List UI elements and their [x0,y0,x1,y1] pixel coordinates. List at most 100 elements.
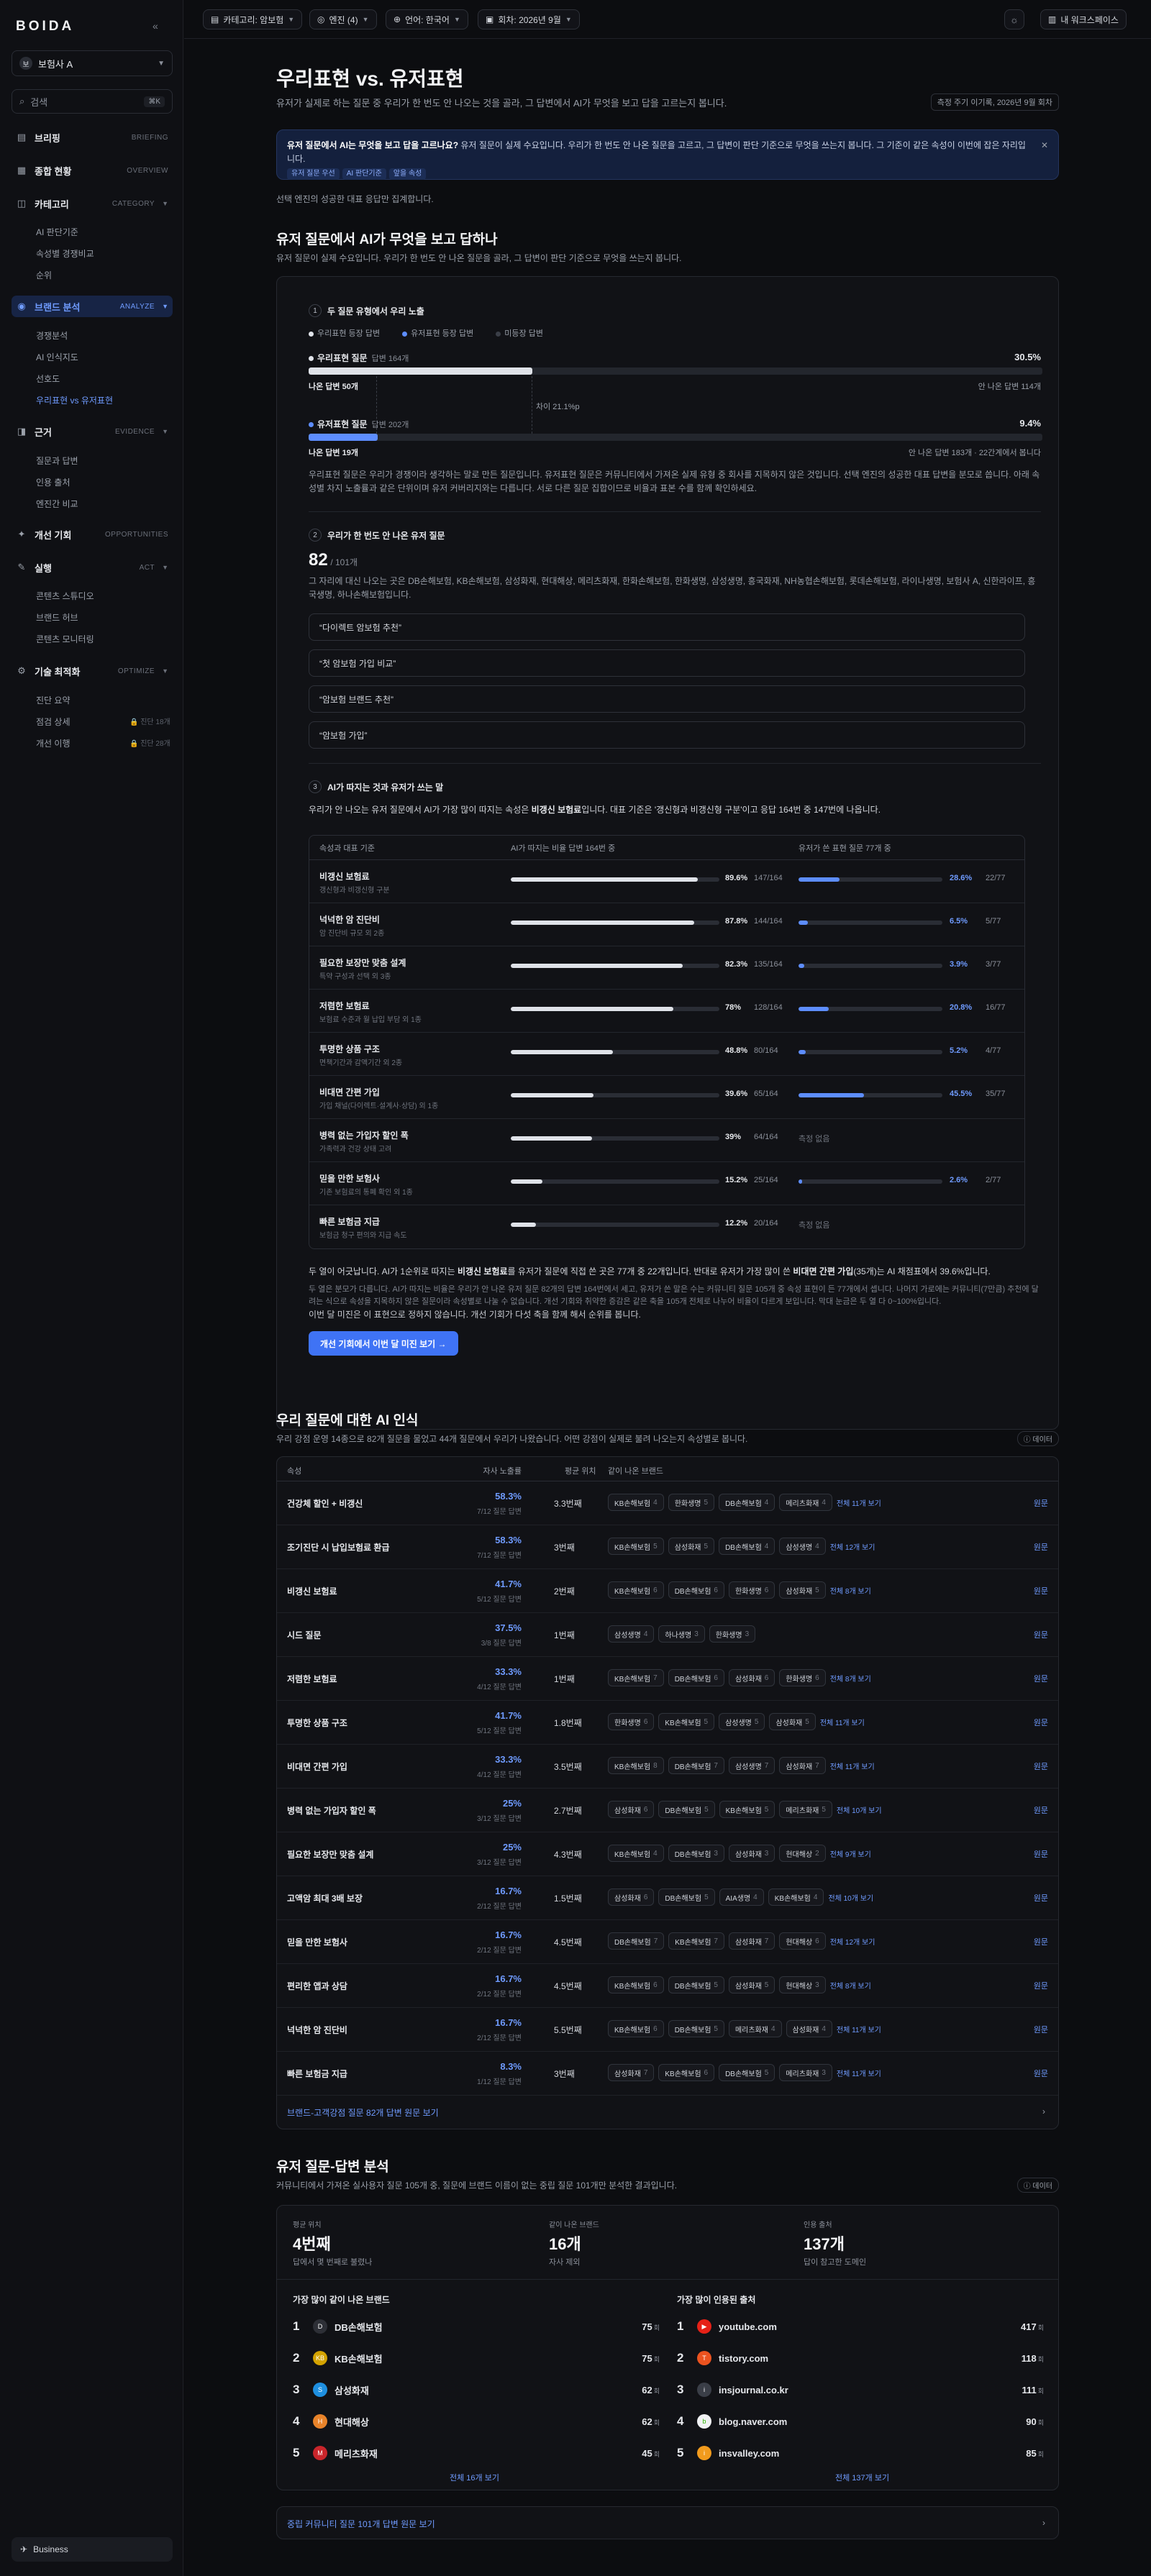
brand-chip[interactable]: DB손해보험 6 [668,1581,724,1599]
brand-chip[interactable]: DB손해보험 7 [668,1757,724,1774]
collapse-sidebar-icon[interactable]: « [153,20,158,32]
brand-chip[interactable]: 삼성화재 7 [779,1757,826,1774]
view-all-brands-link[interactable]: 전체 11개 보기 [837,2068,881,2078]
view-all-brands-link[interactable]: 전체 8개 보기 [830,1980,871,1991]
nav-attribute-compare[interactable]: 속성별 경쟁비교 [36,247,94,260]
nav-opportunities[interactable]: ✦ 개선 기회 OPPORTUNITIES [12,524,173,545]
brand-chip[interactable]: 한화생명 6 [608,1713,655,1730]
brand-chip[interactable]: 삼성화재 3 [728,1845,775,1862]
nav-category[interactable]: ◫ 카테고리 CATEGORY ▼ [12,193,173,214]
brand-chip[interactable]: 삼성생명 7 [728,1757,775,1774]
brand-chip[interactable]: KB손해보험 6 [658,2064,715,2081]
nav-engine-compare[interactable]: 엔진간 비교 [36,498,78,510]
view-raw-link[interactable]: 원문 [1034,1804,1048,1816]
view-raw-link[interactable]: 원문 [1034,1760,1048,1772]
brand-chip[interactable]: DB손해보험 5 [658,1888,715,1906]
brand-chip[interactable]: KB손해보험 5 [719,1801,775,1818]
brand-chip[interactable]: KB손해보험 4 [768,1888,824,1906]
rank-row[interactable]: 5 i insvalley.com 85 회 [677,2437,1044,2469]
nav-ours-vs-users[interactable]: 우리표현 vs 유저표현 [36,394,113,406]
brand-chip[interactable]: KB손해보험 7 [668,1932,724,1950]
brand-chip[interactable]: 삼성화재 5 [769,1713,816,1730]
nav-competition[interactable]: 경쟁분석 [36,329,68,342]
brand-chip[interactable]: DB손해보험 3 [668,1845,724,1862]
view-raw-answers-link[interactable]: 브랜드-고객강점 질문 82개 답변 원문 보기 › [277,2096,1058,2129]
nav-optimize[interactable]: ⚙ 기술 최적화 OPTIMIZE ▼ [12,660,173,682]
nav-briefing[interactable]: ▤ 브리핑 BRIEFING [12,127,173,148]
nav-content-monitoring[interactable]: 콘텐츠 모니터링 [36,633,94,645]
brand-chip[interactable]: 하나생명 3 [658,1625,705,1643]
nav-citations[interactable]: 인용 출처 [36,476,70,488]
nav-diagnosis-summary[interactable]: 진단 요약 [36,694,70,706]
nav-qa[interactable]: 질문과 답변 [36,455,78,467]
brand-chip[interactable]: 삼성화재 5 [728,1976,775,1993]
brand-chip[interactable]: DB손해보험 5 [658,1801,715,1818]
rank-row[interactable]: 4 b blog.naver.com 90 회 [677,2406,1044,2437]
view-raw-link[interactable]: 원문 [1034,1848,1048,1860]
nav-ai-perception-map[interactable]: AI 인식지도 [36,351,78,363]
rank-row[interactable]: 3 i insjournal.co.kr 111 회 [677,2374,1044,2406]
brand-chip[interactable]: 한화생명 6 [728,1581,775,1599]
rank-row[interactable]: 1 D DB손해보험 75 회 [293,2311,660,2342]
nav-ranking[interactable]: 순위 [36,269,52,281]
user-question-quote[interactable]: “첫 암보험 가입 비교” [309,649,1025,677]
nav-evidence[interactable]: ◨ 근거 EVIDENCE ▼ [12,421,173,442]
nav-check-detail[interactable]: 점검 상세 🔒 진단 18개 [36,716,170,728]
search-input[interactable]: ⌕ 검색 ⌘K [12,89,173,114]
view-raw-link[interactable]: 원문 [1034,1497,1048,1509]
view-opportunities-button[interactable]: 개선 기회에서 이번 달 미진 보기 → [309,1331,458,1356]
view-all-brands-link[interactable]: 전체 9개 보기 [830,1848,871,1859]
view-all-brands-link[interactable]: 전체 8개 보기 [830,1673,871,1684]
view-all-sources-link[interactable]: 전체 137개 보기 [835,2472,889,2483]
org-switcher[interactable]: 보 보험사 A ▼ [12,50,173,76]
brand-chip[interactable]: 한화생명 6 [779,1669,826,1686]
brand-chip[interactable]: 현대해상 3 [779,1976,826,1993]
rank-row[interactable]: 2 KB KB손해보험 75 회 [293,2342,660,2374]
nav-brand-analysis[interactable]: ◉ 브랜드 분석 ANALYZE ▼ [12,296,173,317]
view-all-brands-link[interactable]: 전체 11개 보기 [837,1497,881,1508]
brand-chip[interactable]: 삼성화재 6 [608,1888,655,1906]
brand-chip[interactable]: KB손해보험 5 [608,1538,664,1555]
brand-chip[interactable]: 삼성화재 4 [786,2020,832,2037]
nav-improve[interactable]: 개선 이행 🔒 진단 28개 [36,737,170,749]
user-question-quote[interactable]: “암보험 가입” [309,721,1025,749]
view-all-brands-link[interactable]: 전체 16개 보기 [450,2472,499,2483]
brand-chip[interactable]: KB손해보험 4 [608,1845,664,1862]
view-raw-link[interactable]: 원문 [1034,1980,1048,1991]
brand-chip[interactable]: 메리츠화재 5 [779,1801,832,1818]
brand-chip[interactable]: 삼성화재 6 [608,1801,655,1818]
brand-chip[interactable]: DB손해보험 4 [719,1538,775,1555]
brand-chip[interactable]: 삼성화재 5 [668,1538,715,1555]
data-info-button[interactable]: ⓘ 데이터 [1016,1431,1059,1446]
view-raw-link[interactable]: 원문 [1034,1892,1048,1904]
brand-chip[interactable]: DB손해보험 5 [668,2020,724,2037]
brand-chip[interactable]: 메리츠화재 4 [779,1494,832,1511]
nav-content-studio[interactable]: 콘텐츠 스튜디오 [36,590,94,602]
brand-chip[interactable]: KB손해보험 4 [608,1494,664,1511]
view-raw-link[interactable]: 원문 [1034,1585,1048,1597]
engine-filter[interactable]: ◎ 엔진 (4) ▼ [309,9,377,29]
rank-row[interactable]: 4 H 현대해상 62 회 [293,2406,660,2437]
view-raw-link[interactable]: 원문 [1034,1717,1048,1728]
brand-chip[interactable]: 삼성화재 7 [608,2064,655,2081]
view-all-brands-link[interactable]: 전체 11개 보기 [837,2024,881,2034]
brand-chip[interactable]: 한화생명 3 [709,1625,756,1643]
view-all-brands-link[interactable]: 전체 10개 보기 [828,1892,873,1903]
brand-chip[interactable]: 삼성생명 4 [608,1625,655,1643]
view-raw-link[interactable]: 원문 [1034,2068,1048,2079]
rank-row[interactable]: 2 T tistory.com 118 회 [677,2342,1044,2374]
brand-chip[interactable]: DB손해보험 7 [608,1932,665,1950]
nav-preference[interactable]: 선호도 [36,373,60,385]
brand-chip[interactable]: DB손해보험 5 [668,1976,724,1993]
workspace-button[interactable]: ▥ 내 워크스페이스 [1040,9,1127,29]
rank-row[interactable]: 1 ▶ youtube.com 417 회 [677,2311,1044,2342]
brand-chip[interactable]: KB손해보험 6 [608,2020,664,2037]
category-filter[interactable]: ▤ 카테고리: 암보험 ▼ [203,9,303,29]
nav-act[interactable]: ✎ 실행 ACT ▼ [12,557,173,578]
view-raw-link[interactable]: 원문 [1034,1629,1048,1640]
brand-chip[interactable]: DB손해보험 5 [719,2064,775,2081]
nav-overview[interactable]: ▦ 종합 현황 OVERVIEW [12,160,173,181]
round-filter[interactable]: ▣ 회차: 2026년 9월 ▼ [478,9,580,29]
brand-chip[interactable]: AIA생명 4 [719,1888,764,1906]
brand-chip[interactable]: 삼성화재 6 [728,1669,775,1686]
